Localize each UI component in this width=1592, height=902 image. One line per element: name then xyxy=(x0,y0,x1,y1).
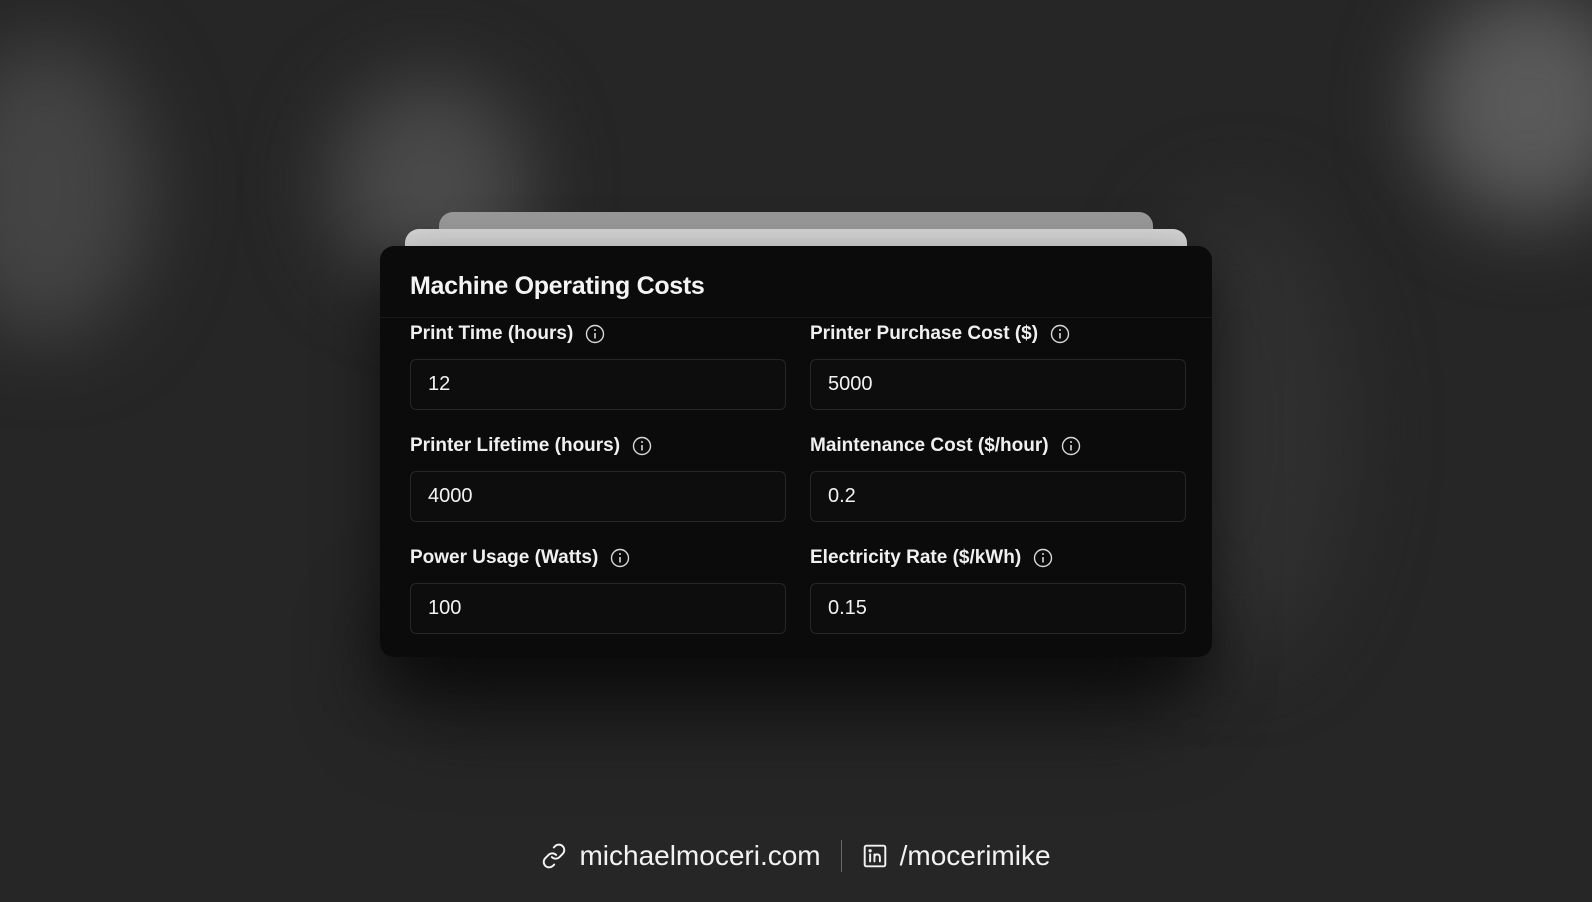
power-usage-input[interactable] xyxy=(410,583,786,634)
print-time-label: Print Time (hours) xyxy=(410,323,574,344)
machine-operating-costs-card: Machine Operating Costs Print Time (hour… xyxy=(380,246,1212,657)
background-glow xyxy=(1420,0,1592,220)
linkedin-text: /mocerimike xyxy=(899,840,1051,871)
info-icon[interactable] xyxy=(585,324,605,344)
linkedin-icon xyxy=(863,844,886,868)
card-title: Machine Operating Costs xyxy=(410,272,705,300)
maintenance-cost-label: Maintenance Cost ($/hour) xyxy=(810,435,1049,456)
printer-purchase-cost-label: Printer Purchase Cost ($) xyxy=(810,323,1039,344)
electricity-rate-input[interactable] xyxy=(810,583,1186,634)
maintenance-cost-field: Maintenance Cost ($/hour) xyxy=(810,433,1186,522)
card-header: Machine Operating Costs xyxy=(380,246,1212,318)
website-link[interactable]: michaelmoceri.com xyxy=(541,840,821,872)
maintenance-cost-input[interactable] xyxy=(810,471,1186,522)
footer-divider xyxy=(840,840,842,872)
printer-purchase-cost-field: Printer Purchase Cost ($) xyxy=(810,321,1186,410)
link-icon xyxy=(543,843,566,869)
printer-purchase-cost-input[interactable] xyxy=(810,359,1186,410)
power-usage-label: Power Usage (Watts) xyxy=(410,547,599,568)
info-icon[interactable] xyxy=(1050,324,1070,344)
print-time-input[interactable] xyxy=(410,359,786,410)
info-icon[interactable] xyxy=(632,436,652,456)
info-icon[interactable] xyxy=(610,548,630,568)
printer-lifetime-label: Printer Lifetime (hours) xyxy=(410,435,621,456)
info-icon[interactable] xyxy=(1061,436,1081,456)
background-glow xyxy=(0,40,150,340)
power-usage-field: Power Usage (Watts) xyxy=(410,545,786,634)
info-icon[interactable] xyxy=(1033,548,1053,568)
printer-lifetime-input[interactable] xyxy=(410,471,786,522)
footer: michaelmoceri.com /mocerimike xyxy=(0,836,1592,876)
linkedin-link[interactable]: /mocerimike xyxy=(862,840,1051,872)
electricity-rate-field: Electricity Rate ($/kWh) xyxy=(810,545,1186,634)
electricity-rate-label: Electricity Rate ($/kWh) xyxy=(810,547,1022,568)
printer-lifetime-field: Printer Lifetime (hours) xyxy=(410,433,786,522)
print-time-field: Print Time (hours) xyxy=(410,321,786,410)
website-text: michaelmoceri.com xyxy=(579,840,821,871)
